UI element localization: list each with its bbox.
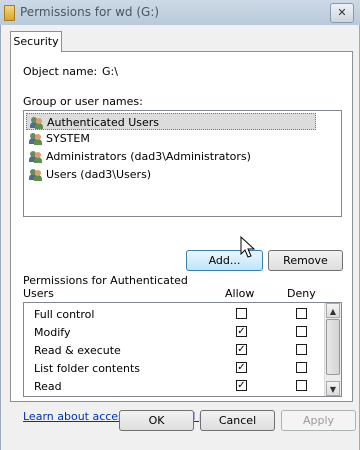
drive-icon (4, 5, 15, 21)
deny-checkbox[interactable] (296, 344, 307, 355)
permission-name: Full control (34, 308, 95, 321)
permissions-label: Permissions for Authenticated (23, 274, 188, 287)
deny-checkbox[interactable] (296, 308, 307, 319)
list-item-label: Administrators (dad3\Administrators) (46, 150, 251, 163)
table-row: Read ✓ (24, 378, 324, 396)
scroll-down-icon[interactable]: ▼ (326, 381, 340, 396)
cancel-button[interactable]: Cancel (200, 410, 275, 431)
permission-name: Read (34, 380, 62, 393)
table-row: Read & execute ✓ (24, 342, 324, 360)
remove-button[interactable]: Remove (268, 250, 343, 271)
deny-checkbox[interactable] (296, 326, 307, 337)
list-item[interactable]: Authenticated Users (26, 113, 316, 130)
tab-security[interactable]: Security (10, 31, 62, 52)
ok-button[interactable]: OK (119, 410, 194, 431)
allow-checkbox[interactable]: ✓ (236, 344, 247, 355)
permissions-list[interactable]: Full control Modify ✓ Read & execute ✓ L… (23, 302, 342, 397)
deny-header: Deny (287, 287, 316, 300)
list-item[interactable]: Administrators (dad3\Administrators) (26, 148, 316, 165)
object-name-value: G:\ (102, 65, 118, 78)
table-row: Modify ✓ (24, 324, 324, 342)
permission-name: Modify (34, 326, 71, 339)
permissions-scrollbar[interactable]: ▲ ▼ (324, 303, 341, 396)
users-group-icon (29, 168, 43, 181)
permission-name: List folder contents (34, 362, 140, 375)
security-panel: Object name: G:\ Group or user names: Au… (10, 51, 353, 423)
table-row: List folder contents ✓ (24, 360, 324, 378)
list-item[interactable]: Users (dad3\Users) (26, 166, 316, 183)
title-bar: Permissions for wd (G:) ✕ (0, 0, 360, 26)
scroll-up-icon[interactable]: ▲ (326, 303, 340, 318)
users-group-icon (30, 116, 44, 129)
list-item-label: Users (dad3\Users) (46, 168, 152, 181)
deny-checkbox[interactable] (296, 380, 307, 391)
window-title: Permissions for wd (G:) (20, 5, 160, 19)
list-item[interactable]: SYSTEM (26, 130, 316, 147)
allow-checkbox[interactable]: ✓ (236, 326, 247, 337)
dialog-body: Security Object name: G:\ Group or user … (0, 25, 360, 450)
permission-name: Read & execute (34, 344, 121, 357)
allow-checkbox[interactable]: ✓ (236, 380, 247, 391)
group-user-listbox[interactable]: Authenticated Users SYSTEM Administrator… (23, 110, 342, 217)
list-item-label: SYSTEM (46, 132, 90, 145)
list-item-label: Authenticated Users (47, 116, 160, 129)
permissions-label-user: Users (23, 287, 54, 300)
object-name-label: Object name: (23, 65, 98, 78)
close-button[interactable]: ✕ (330, 3, 354, 23)
allow-checkbox[interactable]: ✓ (236, 362, 247, 373)
allow-checkbox[interactable] (236, 308, 247, 319)
mouse-cursor-icon (240, 236, 256, 258)
scroll-thumb[interactable] (326, 319, 340, 375)
users-group-icon (29, 132, 43, 145)
users-group-icon (29, 150, 43, 163)
table-row: Full control (24, 306, 324, 324)
deny-checkbox[interactable] (296, 362, 307, 373)
group-names-label: Group or user names: (23, 95, 143, 108)
apply-button[interactable]: Apply (281, 410, 356, 431)
allow-header: Allow (225, 287, 255, 300)
